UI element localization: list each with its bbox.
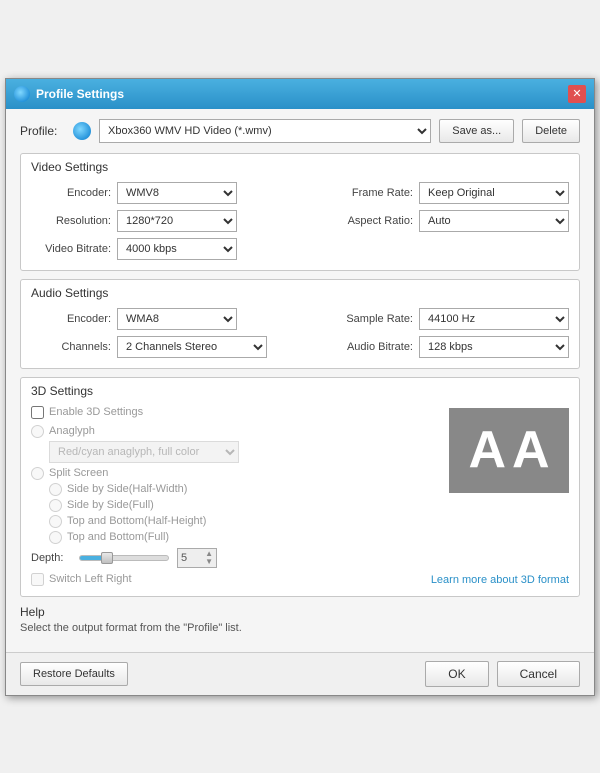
3d-preview-box: A A (449, 408, 569, 493)
framerate-col: Frame Rate: Keep Original (333, 182, 569, 204)
channels-select[interactable]: 2 Channels Stereo (117, 336, 267, 358)
help-section: Help Select the output format from the "… (20, 605, 580, 634)
title-bar-left: Profile Settings (14, 86, 124, 102)
topbottom-half-label[interactable]: Top and Bottom(Half-Height) (67, 515, 206, 527)
3d-settings-section: 3D Settings Enable 3D Settings Anaglyph … (20, 377, 580, 597)
depth-slider-thumb[interactable] (101, 552, 113, 564)
switch-left-right-label[interactable]: Switch Left Right (49, 573, 132, 585)
switch-left-right-checkbox[interactable] (31, 573, 44, 586)
sidebyside-full-radio[interactable] (49, 499, 62, 512)
profile-row: Profile: Xbox360 WMV HD Video (*.wmv) Sa… (20, 119, 580, 143)
close-button[interactable]: ✕ (568, 85, 586, 103)
help-title: Help (20, 605, 580, 619)
enable-3d-checkbox[interactable] (31, 406, 44, 419)
topbottom-half-radio[interactable] (49, 515, 62, 528)
restore-defaults-button[interactable]: Restore Defaults (20, 662, 128, 686)
splitscreen-label[interactable]: Split Screen (49, 467, 108, 479)
anaglyph-label[interactable]: Anaglyph (49, 425, 95, 437)
audio-settings-section: Audio Settings Encoder: WMA8 Sample Rate… (20, 279, 580, 369)
sidebyside-full-row: Side by Side(Full) (49, 499, 569, 512)
topbottom-half-row: Top and Bottom(Half-Height) (49, 515, 569, 528)
dialog-title: Profile Settings (36, 87, 124, 101)
video-settings-section: Video Settings Encoder: WMV8 Frame Rate:… (20, 153, 580, 271)
videobitrate-row: Video Bitrate: 4000 kbps (31, 238, 569, 260)
title-bar: Profile Settings ✕ (6, 79, 594, 109)
audio-encoder-label: Encoder: (31, 313, 111, 325)
app-icon (14, 86, 30, 102)
audiobitrate-label: Audio Bitrate: (333, 341, 413, 353)
resolution-col: Resolution: 1280*720 (31, 210, 237, 232)
aspectratio-select[interactable]: Auto (419, 210, 569, 232)
3d-settings-title: 3D Settings (31, 384, 569, 398)
profile-icon (73, 122, 91, 140)
samplerate-col: Sample Rate: 44100 Hz (333, 308, 569, 330)
encoder-label: Encoder: (31, 187, 111, 199)
resolution-label: Resolution: (31, 215, 111, 227)
depth-slider-track[interactable] (79, 555, 169, 561)
channels-label: Channels: (31, 341, 111, 353)
audiobitrate-col: Audio Bitrate: 128 kbps (333, 336, 569, 358)
depth-label: Depth: (31, 552, 71, 564)
channels-audiobitrate-row: Channels: 2 Channels Stereo Audio Bitrat… (31, 336, 569, 358)
audio-encoder-select[interactable]: WMA8 (117, 308, 237, 330)
topbottom-full-row: Top and Bottom(Full) (49, 531, 569, 544)
delete-button[interactable]: Delete (522, 119, 580, 143)
sidebyside-half-label[interactable]: Side by Side(Half-Width) (67, 483, 187, 495)
framerate-select[interactable]: Keep Original (419, 182, 569, 204)
encoder-select[interactable]: WMV8 (117, 182, 237, 204)
dialog-footer: Restore Defaults OK Cancel (6, 652, 594, 695)
profile-label: Profile: (20, 124, 65, 138)
splitscreen-radio[interactable] (31, 467, 44, 480)
videobitrate-select[interactable]: 4000 kbps (117, 238, 237, 260)
profile-select[interactable]: Xbox360 WMV HD Video (*.wmv) (99, 119, 431, 143)
audio-encoder-samplerate-row: Encoder: WMA8 Sample Rate: 44100 Hz (31, 308, 569, 330)
dialog-content: Profile: Xbox360 WMV HD Video (*.wmv) Sa… (6, 109, 594, 652)
learn-more-link[interactable]: Learn more about 3D format (431, 574, 569, 586)
channels-col: Channels: 2 Channels Stereo (31, 336, 267, 358)
preview-letter-right: A (512, 424, 550, 476)
samplerate-label: Sample Rate: (333, 313, 413, 325)
framerate-label: Frame Rate: (333, 187, 413, 199)
audio-settings-title: Audio Settings (31, 286, 569, 300)
anaglyph-type-select[interactable]: Red/cyan anaglyph, full color (49, 441, 239, 463)
encoder-framerate-row: Encoder: WMV8 Frame Rate: Keep Original (31, 182, 569, 204)
topbottom-full-label[interactable]: Top and Bottom(Full) (67, 531, 169, 543)
sidebyside-half-radio[interactable] (49, 483, 62, 496)
audio-encoder-col: Encoder: WMA8 (31, 308, 237, 330)
encoder-col: Encoder: WMV8 (31, 182, 237, 204)
footer-right-buttons: OK Cancel (425, 661, 580, 687)
depth-row: Depth: 5 ▲▼ (31, 548, 569, 568)
samplerate-select[interactable]: 44100 Hz (419, 308, 569, 330)
aspectratio-col: Aspect Ratio: Auto (333, 210, 569, 232)
save-as-button[interactable]: Save as... (439, 119, 514, 143)
sidebyside-full-label[interactable]: Side by Side(Full) (67, 499, 154, 511)
video-settings-title: Video Settings (31, 160, 569, 174)
topbottom-full-radio[interactable] (49, 531, 62, 544)
ok-button[interactable]: OK (425, 661, 488, 687)
videobitrate-label: Video Bitrate: (31, 243, 111, 255)
profile-settings-dialog: Profile Settings ✕ Profile: Xbox360 WMV … (5, 78, 595, 696)
preview-letter-left: A (468, 424, 506, 476)
depth-value-box: 5 ▲▼ (177, 548, 217, 568)
resolution-select[interactable]: 1280*720 (117, 210, 237, 232)
help-text: Select the output format from the "Profi… (20, 622, 580, 634)
depth-value: 5 (181, 552, 187, 564)
enable-3d-label[interactable]: Enable 3D Settings (49, 406, 143, 418)
resolution-aspectratio-row: Resolution: 1280*720 Aspect Ratio: Auto (31, 210, 569, 232)
aspectratio-label: Aspect Ratio: (333, 215, 413, 227)
audiobitrate-select[interactable]: 128 kbps (419, 336, 569, 358)
cancel-button[interactable]: Cancel (497, 661, 580, 687)
anaglyph-radio[interactable] (31, 425, 44, 438)
